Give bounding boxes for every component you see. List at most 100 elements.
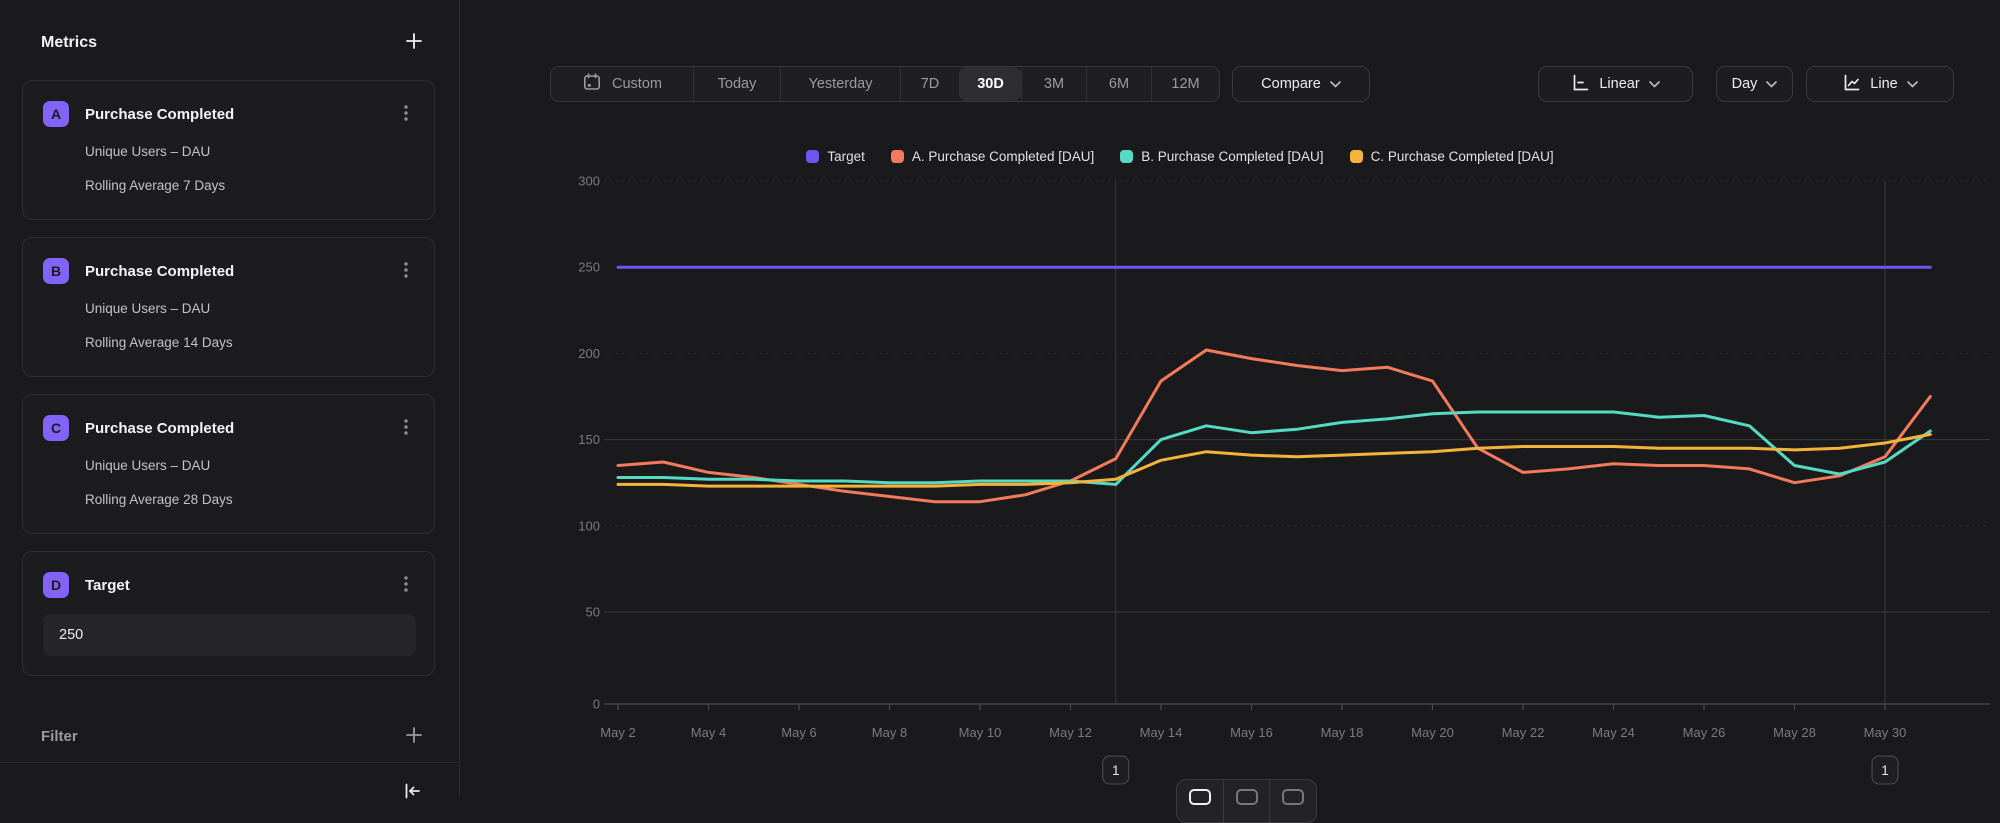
x-axis-label: May 12 [1049,725,1092,740]
line-chart-icon [1842,73,1861,96]
x-axis-label: May 14 [1140,725,1183,740]
metric-menu-button[interactable] [398,261,414,282]
chart-type-select-button[interactable]: Line [1806,66,1954,102]
metric-badge-a: A [43,101,69,127]
y-axis-label: 50 [586,605,600,620]
annotation-badge-label: 1 [1881,763,1889,778]
y-axis-label: 250 [578,260,600,275]
scale-select-label: Linear [1599,76,1639,92]
compare-button-label: Compare [1261,76,1321,92]
kebab-vertical-icon [398,575,414,596]
series-line-1[interactable] [618,350,1930,502]
target-name: Target [85,577,398,594]
sidebar-title: Metrics [41,34,97,52]
linear-axis-icon [1571,73,1590,96]
metric-badge-b: B [43,258,69,284]
interval-select-label: Day [1732,76,1758,92]
kebab-vertical-icon [398,418,414,439]
metric-menu-button[interactable] [398,575,414,596]
metric-event-label: Unique Users – DAU [85,299,414,318]
target-card[interactable]: D Target [22,551,435,676]
metric-rollup-label: Rolling Average 14 Days [85,333,414,352]
range-tab-3m[interactable]: 3M [1021,67,1086,101]
metric-card-b[interactable]: B Purchase Completed Unique Users – DAU … [22,237,435,377]
range-tab-label: 12M [1171,76,1199,92]
x-axis-label: May 8 [872,725,907,740]
add-filter-button[interactable] [405,726,423,747]
kebab-vertical-icon [398,104,414,125]
kebab-vertical-icon [398,261,414,282]
range-tab-custom[interactable]: Custom [551,67,693,101]
metric-card-c[interactable]: C Purchase Completed Unique Users – DAU … [22,394,435,534]
metric-name: Purchase Completed [85,106,398,123]
calendar-icon [582,72,602,96]
range-tab-6m[interactable]: 6M [1086,67,1151,101]
metric-menu-button[interactable] [398,104,414,125]
chart-size-option-medium[interactable] [1223,780,1270,822]
x-axis-label: May 16 [1230,725,1273,740]
y-axis-label: 200 [578,346,600,361]
chart-size-option-large[interactable] [1177,780,1223,822]
x-axis-label: May 28 [1773,725,1816,740]
metric-card-a[interactable]: A Purchase Completed Unique Users – DAU … [22,80,435,220]
chart-type-select-label: Line [1870,76,1897,92]
metric-rollup-label: Rolling Average 28 Days [85,490,414,509]
metric-event-label: Unique Users – DAU [85,142,414,161]
range-tab-label: 6M [1109,76,1129,92]
metric-badge-c: C [43,415,69,441]
range-tab-7d[interactable]: 7D [900,67,959,101]
plus-icon [405,726,423,747]
metric-rollup-label: Rolling Average 7 Days [85,176,414,195]
chevron-down-icon [1330,76,1341,92]
series-line-3[interactable] [618,434,1930,486]
range-tab-12m[interactable]: 12M [1151,67,1219,101]
x-axis-label: May 4 [691,725,726,740]
collapse-sidebar-button[interactable] [402,781,422,804]
y-axis-label: 0 [593,697,600,712]
x-axis-label: May 30 [1864,725,1907,740]
range-tab-label: Today [718,76,757,92]
range-tab-30d[interactable]: 30D [959,67,1021,101]
chart-size-option-small[interactable] [1269,780,1316,822]
target-value-input[interactable] [43,614,416,656]
annotation-badge-label: 1 [1112,763,1120,778]
panel-icon [1236,789,1258,805]
sidebar-header: Metrics [41,32,423,53]
x-axis-label: May 20 [1411,725,1454,740]
x-axis-label: May 10 [959,725,1002,740]
add-metric-button[interactable] [405,32,423,53]
x-axis-label: May 2 [600,725,635,740]
range-tab-label: Yesterday [809,76,873,92]
x-axis-label: May 6 [781,725,816,740]
metric-card-list: A Purchase Completed Unique Users – DAU … [22,80,435,693]
compare-button[interactable]: Compare [1232,66,1370,102]
chart-area: 0 50 100 150 200 250 300 May 2 May 4 May 6 May 8 Ma… [460,120,2000,796]
chevron-down-icon [1649,76,1660,92]
chart-size-toggle [1176,779,1317,823]
y-axis-label: 150 [578,432,600,447]
range-tab-label: 7D [921,76,940,92]
panel-icon [1282,789,1304,805]
range-tab-today[interactable]: Today [693,67,780,101]
y-axis-label: 100 [578,518,600,533]
range-tab-label: 3M [1044,76,1064,92]
date-range-segmented-control: Custom Today Yesterday 7D 30D 3M 6M 12M [550,66,1220,102]
chart-canvas[interactable]: 0 50 100 150 200 250 300 May 2 May 4 May 6 May 8 Ma… [460,120,2000,796]
filter-section-header: Filter [41,726,423,747]
metric-name: Purchase Completed [85,420,398,437]
plus-icon [405,32,423,53]
range-tab-yesterday[interactable]: Yesterday [780,67,900,101]
range-tab-label: 30D [977,76,1004,92]
scale-select-button[interactable]: Linear [1538,66,1693,102]
chevron-down-icon [1907,76,1918,92]
metric-name: Purchase Completed [85,263,398,280]
interval-select-button[interactable]: Day [1716,66,1793,102]
range-tab-label: Custom [612,76,662,92]
x-axis-label: May 18 [1321,725,1364,740]
x-axis-label: May 22 [1502,725,1545,740]
filter-title: Filter [41,728,78,745]
y-axis-label: 300 [578,174,600,189]
metric-badge-d: D [43,572,69,598]
metric-menu-button[interactable] [398,418,414,439]
collapse-left-icon [402,781,422,804]
